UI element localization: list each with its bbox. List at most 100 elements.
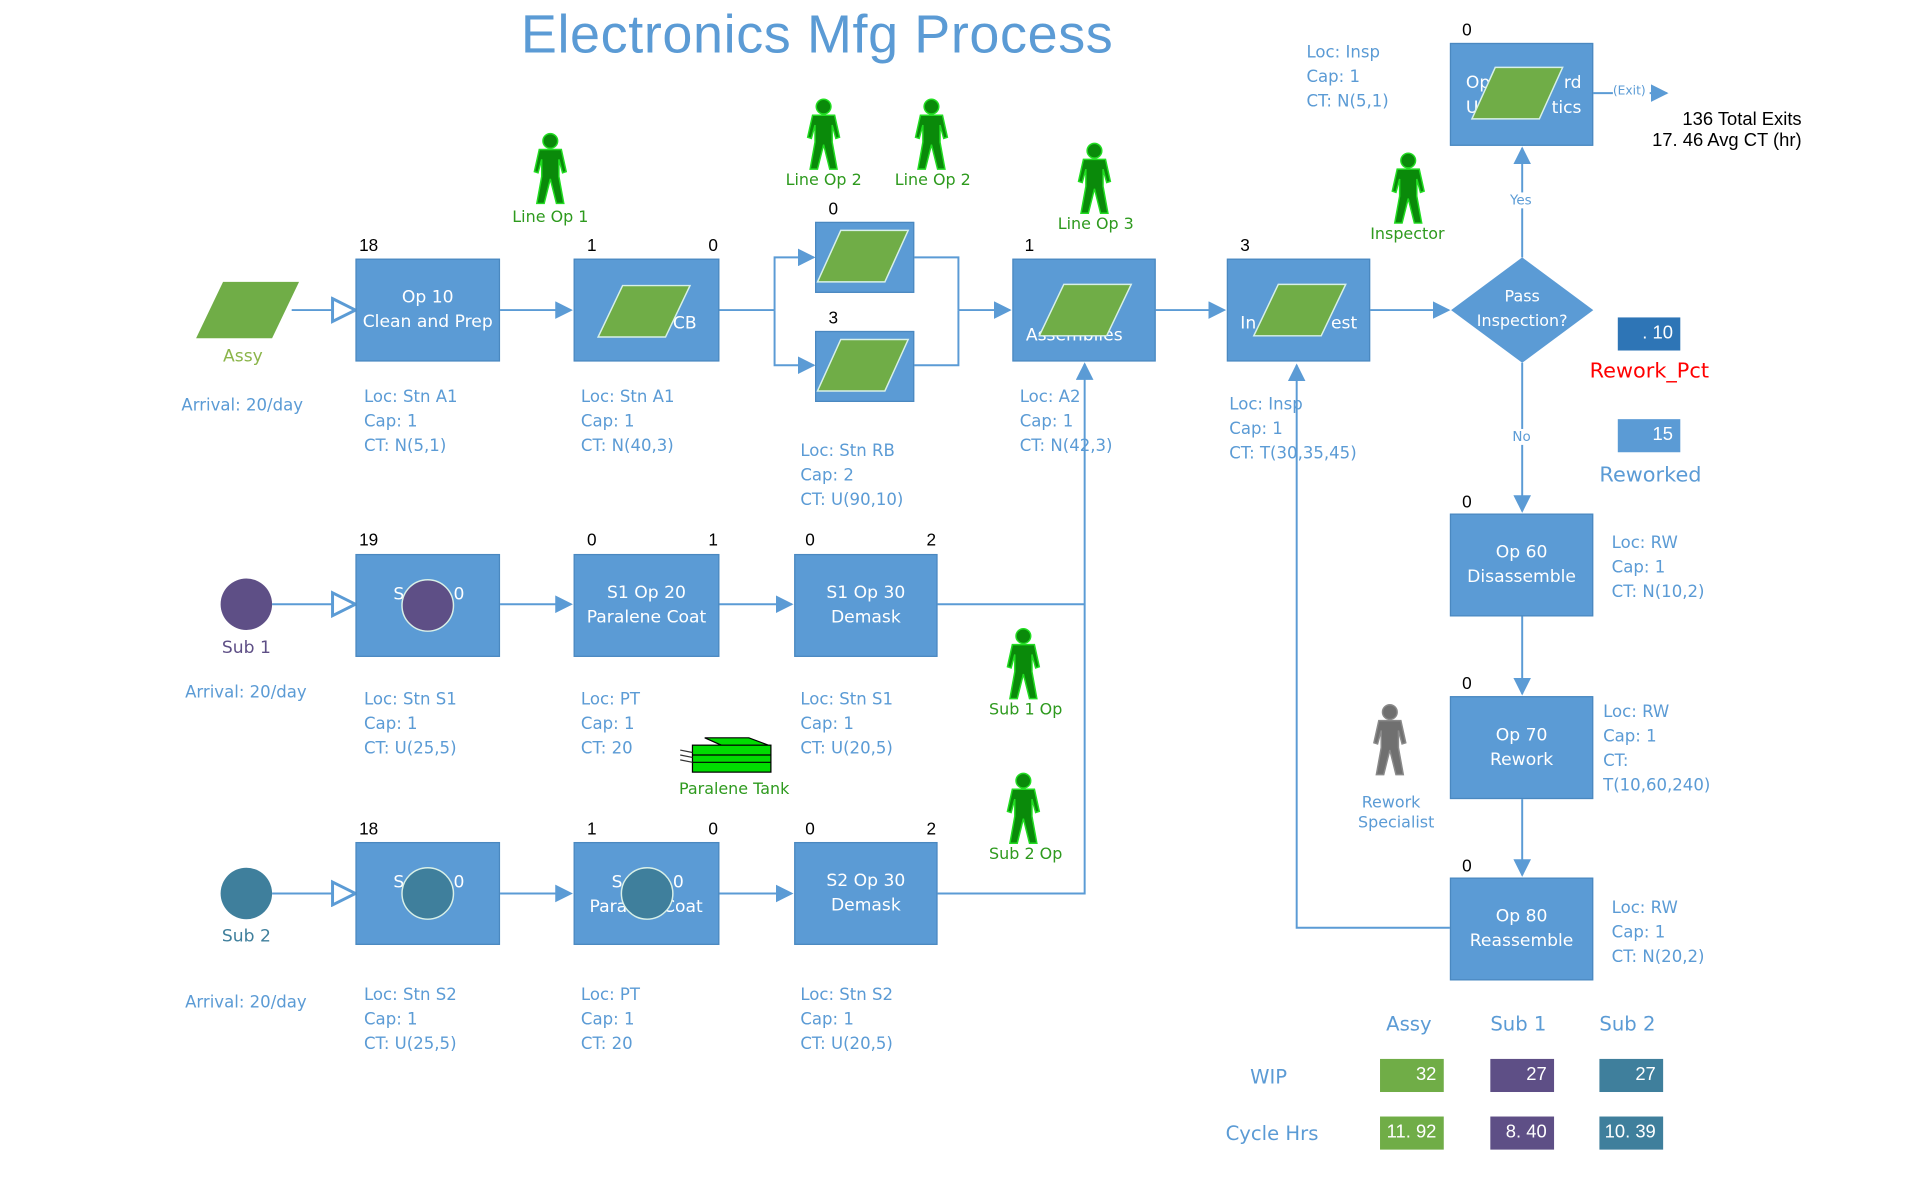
s1op30-box[interactable]: S1 Op 30 Demask [794, 553, 938, 657]
assy-entity-label: Assy [223, 346, 263, 367]
resource-label: Line Op 2 [785, 171, 862, 190]
opfinal-queue-count: 0 [1462, 19, 1472, 40]
op60-subtitle: Disassemble [1467, 567, 1576, 588]
stats-row-wip: WIP [1250, 1065, 1288, 1089]
s2op20-info: Loc: PT Cap: 1 CT: 20 [581, 983, 640, 1057]
s2op30-box[interactable]: S2 Op 30 Demask [794, 841, 938, 945]
s1op20-title: S1 Op 20 [607, 583, 686, 603]
op10-queue-count: 18 [359, 235, 379, 255]
op50-ct: CT: T(30,35,45) [1229, 443, 1357, 464]
decision-label: Pass Inspection? [1451, 286, 1593, 335]
s1op30-cap: Cap: 1 [800, 714, 854, 735]
op10-loc: Loc: Stn A1 [364, 387, 458, 407]
s2op30-title: S2 Op 30 [826, 871, 906, 892]
sub1-entity-icon [220, 578, 273, 630]
opfinal-loc: Loc: Insp [1306, 42, 1380, 63]
operator-person-icon [1003, 772, 1045, 846]
op50-label-fragment-b: est [1331, 313, 1358, 334]
op50-cap: Cap: 1 [1229, 419, 1283, 439]
s1op30-output-count: 2 [926, 529, 937, 550]
op20-box[interactable]: CB [573, 258, 720, 362]
sub1-arrival: Arrival: 20/day [185, 682, 307, 703]
op80-box[interactable]: Op 80 Reassemble [1449, 877, 1594, 981]
op40-info: Loc: A2 Cap: 1 CT: N(42,3) [1020, 385, 1113, 459]
op10-ct: CT: N(5,1) [364, 436, 447, 456]
operator-person-icon [911, 98, 953, 172]
stats-col-assy: Assy [1386, 1012, 1432, 1036]
s2op10-fragment-a: S [393, 872, 405, 893]
resource-label: Line Op 2 [894, 171, 971, 190]
s2op10-box[interactable]: S 0 [355, 841, 501, 945]
op40-queue-count: 1 [1024, 235, 1035, 255]
cycle-hrs-assy: 11. 92 [1380, 1116, 1444, 1150]
s2op30-queue-count: 0 [805, 818, 815, 839]
op30-cap: Cap: 2 [800, 465, 854, 486]
paralene-tank-label: Paralene Tank [678, 780, 790, 800]
s1op10-fragment-b: 0 [453, 584, 465, 605]
op60-ct: CT: N(10,2) [1611, 582, 1705, 602]
rework-pct-value[interactable]: . 10 [1617, 317, 1681, 351]
operator-person-icon [1387, 152, 1429, 226]
op80-subtitle: Reassemble [1469, 931, 1574, 952]
reworked-value: 15 [1617, 419, 1681, 453]
resource-label: Sub 2 Op [989, 845, 1063, 865]
cycle-hrs-sub1: 8. 40 [1490, 1116, 1555, 1150]
op80-queue-count: 0 [1462, 855, 1472, 876]
s1op30-subtitle: Demask [830, 607, 901, 628]
s2op20-output-count: 0 [708, 818, 718, 839]
stats-row-cycle-hrs: Cycle Hrs [1225, 1121, 1319, 1145]
op30-ct: CT: U(90,10) [800, 490, 904, 510]
op20-loc: Loc: Stn A1 [580, 387, 675, 407]
op80-title: Op 80 [1495, 906, 1548, 927]
resource-label: Inspector [1370, 225, 1445, 244]
opfinal-box[interactable]: Op rd U tics [1449, 42, 1594, 146]
s1op10-ct: CT: U(25,5) [364, 739, 457, 759]
assy-entity-icon [196, 281, 300, 339]
wip-sub1: 27 [1490, 1058, 1555, 1093]
op40-label-fragment: Assemblies [1025, 326, 1123, 346]
op10-box[interactable]: Op 10 Clean and Prep [355, 258, 501, 362]
s2op20-fragment-d: Coat [663, 897, 703, 917]
s2op20-box[interactable]: S 0 Para Coat [573, 841, 720, 945]
op20-info: Loc: Stn A1 Cap: 1 CT: N(40,3) [581, 385, 675, 459]
op10-cap: Cap: 1 [364, 411, 418, 432]
op70-cap: Cap: 1 [1603, 726, 1657, 747]
s1op20-ct: CT: 20 [580, 739, 633, 759]
opfinal-fragment-2b: tics [1551, 98, 1582, 118]
op20-queue-count: 1 [587, 235, 597, 255]
wip-sub2: 27 [1599, 1058, 1664, 1093]
sub2-entity-icon [220, 867, 273, 920]
op70-loc: Loc: RW [1603, 702, 1670, 722]
s2op20-queue-count: 1 [587, 818, 597, 839]
op70-box[interactable]: Op 70 Rework [1449, 696, 1594, 800]
opfinal-info: Loc: Insp Cap: 1 CT: N(5,1) [1306, 40, 1388, 114]
opfinal-fragment-2a: U [1465, 98, 1479, 118]
s1op20-subtitle: Paralene Coat [586, 607, 707, 628]
operator-person-icon [529, 132, 571, 206]
stats-col-sub2: Sub 2 [1599, 1012, 1656, 1036]
op40-ct: CT: N(42,3) [1019, 436, 1113, 456]
decision-no-label: No [1512, 428, 1531, 445]
cycle-hrs-sub2: 10. 39 [1599, 1116, 1664, 1150]
connector-op30b-merge [914, 310, 960, 367]
op40-cap: Cap: 1 [1019, 411, 1074, 432]
connector-op30a-merge [914, 256, 960, 311]
s1op20-box[interactable]: S1 Op 20 Paralene Coat [573, 553, 720, 657]
paralene-tank-icon [680, 737, 772, 773]
op40-box[interactable]: Assemblies [1012, 258, 1156, 362]
op60-cap: Cap: 1 [1611, 557, 1666, 578]
connector-split-op30a [773, 248, 816, 311]
assy-arrival: Arrival: 20/day [181, 395, 304, 416]
op50-box[interactable]: In est [1226, 258, 1371, 362]
resource-label: Sub 1 Op [989, 701, 1063, 720]
s1op20-output-count: 1 [708, 529, 718, 550]
op60-box[interactable]: Op 60 Disassemble [1449, 513, 1594, 617]
op30a-box[interactable] [815, 221, 915, 293]
op80-cap: Cap: 1 [1611, 922, 1666, 943]
s2op30-cap: Cap: 1 [800, 1009, 854, 1030]
s2op30-info: Loc: Stn S2 Cap: 1 CT: U(20,5) [800, 983, 893, 1057]
s1op10-box[interactable]: S 0 [355, 553, 501, 657]
resource-label: Line Op 1 [512, 208, 589, 227]
op30b-box[interactable] [815, 330, 915, 402]
op10-subtitle: Clean and Prep [362, 312, 493, 333]
